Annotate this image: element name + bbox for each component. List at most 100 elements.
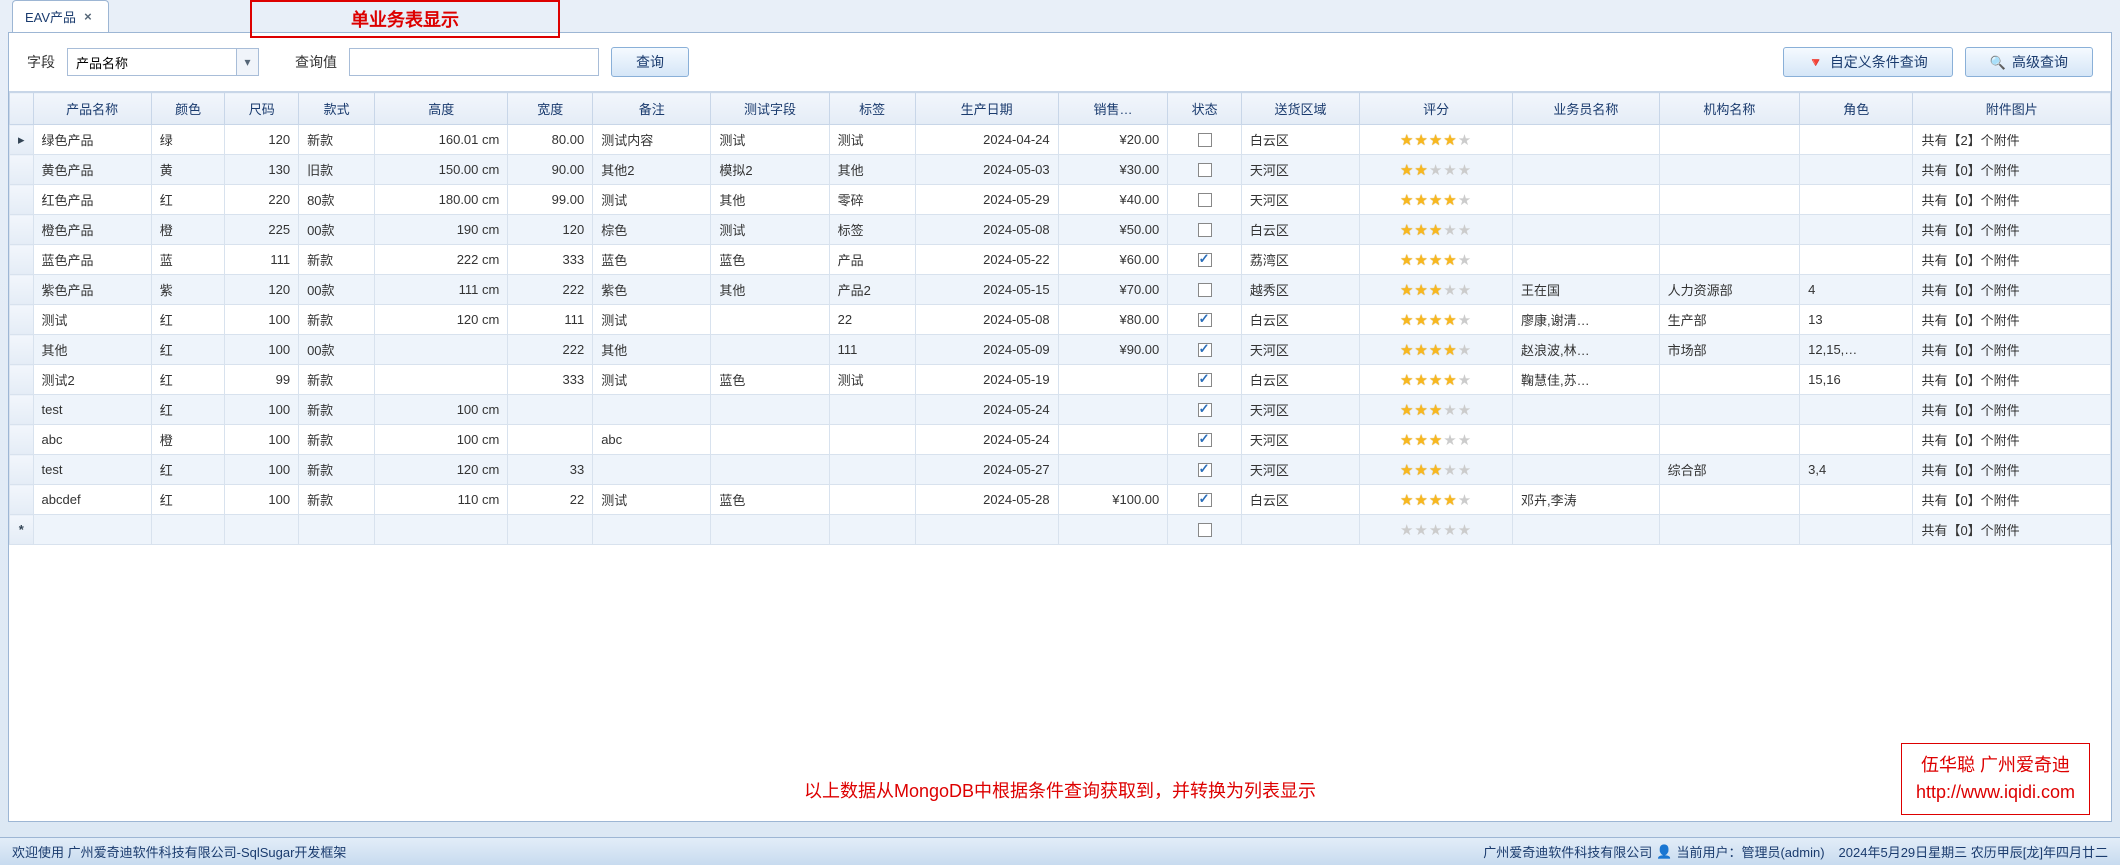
cell-state[interactable] bbox=[1168, 425, 1242, 455]
column-header[interactable]: 送货区域 bbox=[1241, 93, 1359, 125]
column-header[interactable]: 标签 bbox=[829, 93, 915, 125]
table-row[interactable]: 黄色产品黄130旧款150.00 cm90.00其他2模拟2其他2024-05-… bbox=[10, 155, 2111, 185]
cell-width: 111 bbox=[508, 305, 593, 335]
cell-rating[interactable]: ★★★★★ bbox=[1360, 215, 1513, 245]
column-header[interactable]: 产品名称 bbox=[33, 93, 151, 125]
cell-state[interactable] bbox=[1168, 335, 1242, 365]
table-row[interactable]: abcdef红100新款110 cm22测试蓝色2024-05-28¥100.0… bbox=[10, 485, 2111, 515]
checkbox-icon[interactable] bbox=[1198, 193, 1212, 207]
cell-width: 80.00 bbox=[508, 125, 593, 155]
checkbox-icon[interactable] bbox=[1198, 313, 1212, 327]
cell-state[interactable] bbox=[1168, 365, 1242, 395]
star-icon: ★ bbox=[1400, 162, 1414, 179]
table-row[interactable]: abc橙100新款100 cmabc2024-05-24天河区★★★★★共有【0… bbox=[10, 425, 2111, 455]
column-header[interactable]: 状态 bbox=[1168, 93, 1242, 125]
cell-state[interactable] bbox=[1168, 125, 1242, 155]
checkbox-icon[interactable] bbox=[1198, 403, 1212, 417]
cell-rating[interactable]: ★★★★★ bbox=[1360, 275, 1513, 305]
column-header[interactable]: 尺码 bbox=[225, 93, 299, 125]
field-combo-input[interactable] bbox=[67, 48, 237, 76]
cell-remark: 测试 bbox=[593, 485, 711, 515]
table-row[interactable]: 其他红10000款222其他1112024-05-09¥90.00天河区★★★★… bbox=[10, 335, 2111, 365]
cell-state[interactable] bbox=[1168, 395, 1242, 425]
cell-state[interactable] bbox=[1168, 185, 1242, 215]
column-header[interactable]: 销售… bbox=[1058, 93, 1168, 125]
row-indicator bbox=[10, 125, 34, 155]
checkbox-icon[interactable] bbox=[1198, 493, 1212, 507]
cell-rating[interactable]: ★★★★★ bbox=[1360, 425, 1513, 455]
cell-state[interactable] bbox=[1168, 515, 1242, 545]
data-grid[interactable]: 产品名称颜色尺码款式高度宽度备注测试字段标签生产日期销售…状态送货区域评分业务员… bbox=[9, 92, 2111, 777]
cell-state[interactable] bbox=[1168, 455, 1242, 485]
checkbox-icon[interactable] bbox=[1198, 373, 1212, 387]
table-row[interactable]: test红100新款120 cm332024-05-27天河区★★★★★综合部3… bbox=[10, 455, 2111, 485]
table-row[interactable]: 测试红100新款120 cm111测试222024-05-08¥80.00白云区… bbox=[10, 305, 2111, 335]
cell-rating[interactable]: ★★★★★ bbox=[1360, 395, 1513, 425]
table-row[interactable]: 测试2红99新款333测试蓝色测试2024-05-19白云区★★★★★鞠慧佳,苏… bbox=[10, 365, 2111, 395]
table-row[interactable]: ★★★★★共有【0】个附件 bbox=[10, 515, 2111, 545]
column-header[interactable]: 角色 bbox=[1800, 93, 1913, 125]
cell-rating[interactable]: ★★★★★ bbox=[1360, 515, 1513, 545]
column-header[interactable]: 测试字段 bbox=[711, 93, 829, 125]
cell-rating[interactable]: ★★★★★ bbox=[1360, 365, 1513, 395]
cell-rating[interactable]: ★★★★★ bbox=[1360, 155, 1513, 185]
table-row[interactable]: 紫色产品紫12000款111 cm222紫色其他产品22024-05-15¥70… bbox=[10, 275, 2111, 305]
table-row[interactable]: 绿色产品绿120新款160.01 cm80.00测试内容测试测试2024-04-… bbox=[10, 125, 2111, 155]
cell-size: 120 bbox=[225, 275, 299, 305]
search-button[interactable]: 查询 bbox=[611, 47, 689, 77]
cell-state[interactable] bbox=[1168, 275, 1242, 305]
column-header[interactable]: 业务员名称 bbox=[1513, 93, 1660, 125]
star-icon: ★ bbox=[1400, 372, 1414, 389]
cell-rating[interactable]: ★★★★★ bbox=[1360, 125, 1513, 155]
cell-name: 橙色产品 bbox=[33, 215, 151, 245]
column-header[interactable]: 款式 bbox=[299, 93, 375, 125]
column-header[interactable]: 附件图片 bbox=[1913, 93, 2111, 125]
checkbox-icon[interactable] bbox=[1198, 343, 1212, 357]
cell-rating[interactable]: ★★★★★ bbox=[1360, 245, 1513, 275]
star-icon: ★ bbox=[1414, 492, 1428, 509]
checkbox-icon[interactable] bbox=[1198, 133, 1212, 147]
tab-eav-product[interactable]: EAV产品 × bbox=[12, 0, 109, 32]
chevron-down-icon[interactable]: ▾ bbox=[237, 48, 259, 76]
checkbox-icon[interactable] bbox=[1198, 223, 1212, 237]
table-row[interactable]: test红100新款100 cm2024-05-24天河区★★★★★共有【0】个… bbox=[10, 395, 2111, 425]
cell-state[interactable] bbox=[1168, 215, 1242, 245]
column-header[interactable]: 宽度 bbox=[508, 93, 593, 125]
cell-rating[interactable]: ★★★★★ bbox=[1360, 455, 1513, 485]
table-row[interactable]: 蓝色产品蓝111新款222 cm333蓝色蓝色产品2024-05-22¥60.0… bbox=[10, 245, 2111, 275]
cell-state[interactable] bbox=[1168, 245, 1242, 275]
column-header[interactable]: 高度 bbox=[375, 93, 508, 125]
cell-width bbox=[508, 395, 593, 425]
column-header[interactable]: 颜色 bbox=[151, 93, 225, 125]
search-value-input[interactable] bbox=[349, 48, 599, 76]
close-icon[interactable]: × bbox=[84, 9, 92, 24]
cell-style: 新款 bbox=[299, 305, 375, 335]
table-row[interactable]: 红色产品红22080款180.00 cm99.00测试其他零碎2024-05-2… bbox=[10, 185, 2111, 215]
table-row[interactable]: 橙色产品橙22500款190 cm120棕色测试标签2024-05-08¥50.… bbox=[10, 215, 2111, 245]
cell-state[interactable] bbox=[1168, 485, 1242, 515]
advanced-search-button[interactable]: 高级查询 bbox=[1965, 47, 2093, 77]
checkbox-icon[interactable] bbox=[1198, 523, 1212, 537]
cell-size: 120 bbox=[225, 125, 299, 155]
cell-rating[interactable]: ★★★★★ bbox=[1360, 305, 1513, 335]
cell-sales: 鞠慧佳,苏… bbox=[1513, 365, 1660, 395]
checkbox-icon[interactable] bbox=[1198, 433, 1212, 447]
checkbox-icon[interactable] bbox=[1198, 253, 1212, 267]
star-icon: ★ bbox=[1458, 132, 1472, 149]
cell-rating[interactable]: ★★★★★ bbox=[1360, 185, 1513, 215]
cell-rating[interactable]: ★★★★★ bbox=[1360, 485, 1513, 515]
checkbox-icon[interactable] bbox=[1198, 463, 1212, 477]
cell-rating[interactable]: ★★★★★ bbox=[1360, 335, 1513, 365]
column-header[interactable]: 备注 bbox=[593, 93, 711, 125]
cell-state[interactable] bbox=[1168, 305, 1242, 335]
checkbox-icon[interactable] bbox=[1198, 283, 1212, 297]
column-header[interactable]: 机构名称 bbox=[1659, 93, 1799, 125]
cell-state[interactable] bbox=[1168, 155, 1242, 185]
field-combo[interactable]: ▾ bbox=[67, 48, 259, 76]
custom-filter-button[interactable]: 自定义条件查询 bbox=[1783, 47, 1953, 77]
column-header[interactable]: 生产日期 bbox=[915, 93, 1058, 125]
column-header[interactable]: 评分 bbox=[1360, 93, 1513, 125]
star-icon: ★ bbox=[1443, 372, 1457, 389]
checkbox-icon[interactable] bbox=[1198, 163, 1212, 177]
cell-org bbox=[1659, 365, 1799, 395]
